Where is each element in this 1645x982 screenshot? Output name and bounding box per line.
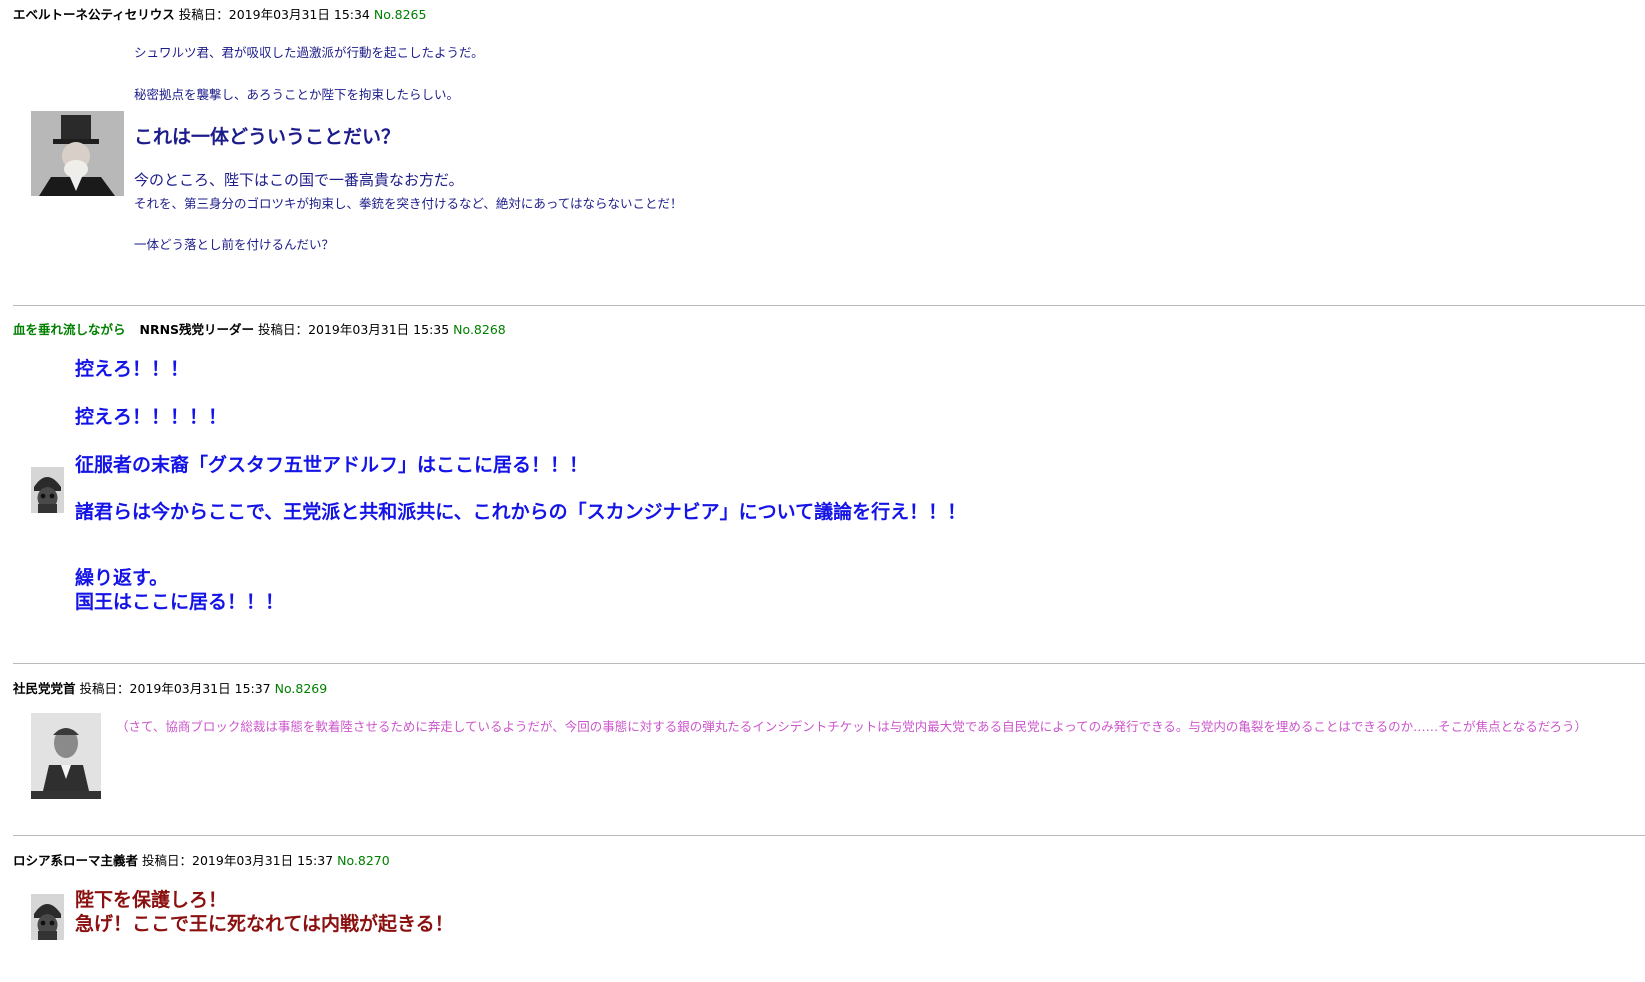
post-text-line: 控えろ！！！！！ [75, 406, 228, 428]
poster-name: 社民党党首 [13, 681, 76, 696]
post-text-line: 秘密拠点を襲撃し、あろうことか陛下を拘束したらしい。 [134, 87, 460, 102]
post-text-heading: これは一体どういうことだい？ [134, 126, 401, 148]
post-number-link[interactable]: No.8270 [337, 853, 390, 868]
post-text-line: （さて、協商ブロック総裁は事態を軟着陸させるために奔走しているようだが、今回の事… [116, 719, 1588, 734]
post-text-line: 征服者の末裔「グスタフ五世アドルフ」はここに居る！！！ [75, 454, 589, 476]
avatar-helmeted-soldier [31, 467, 64, 513]
poster-name: ロシア系ローマ主義者 [13, 853, 139, 868]
post-text-line: 控えろ！！！ [75, 358, 190, 380]
avatar-top-hat-gentleman [31, 111, 124, 196]
avatar-portrait-man [31, 713, 101, 799]
post-text-line: 急げ！ここで王に死なれては内戦が起きる！ [75, 913, 454, 935]
posted-label: 投稿日： [258, 322, 309, 337]
posted-date: 2019年03月31日 15:37 [192, 853, 334, 868]
post-header: 血を垂れ流しながら NRNS残党リーダー 投稿日：2019年03月31日 15:… [13, 319, 506, 338]
poster-prefix: 血を垂れ流しながら [13, 322, 126, 337]
posted-label: 投稿日： [142, 853, 193, 868]
posted-label: 投稿日： [178, 7, 229, 22]
post-text-line: 陛下を保護しろ！ [75, 889, 228, 911]
avatar-helmeted-soldier [31, 894, 64, 940]
post-number-link[interactable]: No.8265 [374, 7, 427, 22]
post-divider [13, 305, 1645, 306]
post-header: 社民党党首 投稿日：2019年03月31日 15:37 No.8269 [13, 678, 327, 697]
post-text-line: 諸君らは今からここで、王党派と共和派共に、これからの「スカンジナビア」について議… [75, 501, 967, 523]
post-header: エベルトーネ公ティセリウス 投稿日：2019年03月31日 15:34 No.8… [13, 4, 426, 23]
post-divider [13, 663, 1645, 664]
post-text-line: それを、第三身分のゴロツキが拘束し、拳銃を突き付けるなど、絶対にあってはならない… [134, 196, 683, 211]
post-text-line: 今のところ、陛下はこの国で一番高貴なお方だ。 [134, 171, 464, 189]
post-divider [13, 835, 1645, 836]
post-number-link[interactable]: No.8268 [453, 322, 506, 337]
posted-label: 投稿日： [79, 681, 130, 696]
posted-date: 2019年03月31日 15:37 [129, 681, 271, 696]
poster-name: エベルトーネ公ティセリウス [13, 7, 175, 22]
posted-date: 2019年03月31日 15:34 [228, 7, 370, 22]
post-text-line: シュワルツ君、君が吸収した過激派が行動を起こしたようだ。 [134, 45, 484, 60]
post-text-line: 繰り返す。 [75, 567, 169, 589]
post-text-line: 国王はここに居る！！！ [75, 591, 285, 613]
post-text-line: 一体どう落とし前を付けるんだい？ [134, 237, 335, 252]
post-number-link[interactable]: No.8269 [275, 681, 328, 696]
post-header: ロシア系ローマ主義者 投稿日：2019年03月31日 15:37 No.8270 [13, 850, 390, 869]
posted-date: 2019年03月31日 15:35 [308, 322, 450, 337]
poster-name: NRNS残党リーダー [139, 322, 255, 337]
